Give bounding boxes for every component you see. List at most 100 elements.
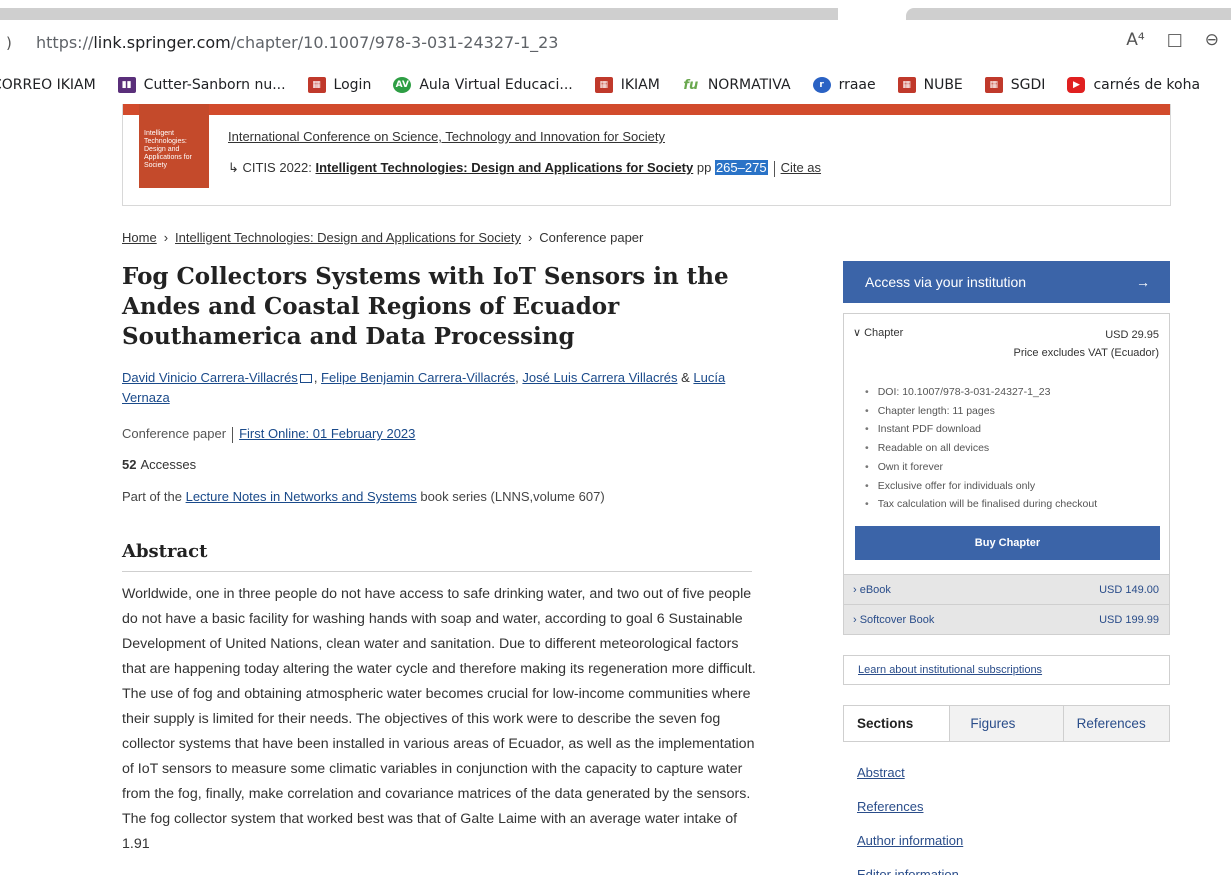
softcover-price: USD 199.99 bbox=[1099, 613, 1159, 626]
email-icon[interactable] bbox=[299, 374, 312, 384]
bookmark-label: Login bbox=[333, 77, 372, 93]
sidebar-tabs: Sections Figures References bbox=[843, 705, 1170, 742]
tab-figures[interactable]: Figures bbox=[950, 706, 1064, 741]
pp-label: pp bbox=[693, 160, 715, 175]
av-icon: AV bbox=[393, 77, 412, 93]
breadcrumb-book[interactable]: Intelligent Technologies: Design and App… bbox=[175, 230, 521, 245]
softcover-label: › Softcover Book bbox=[853, 613, 935, 626]
bookmark-ikiam[interactable]: ▦ IKIAM bbox=[594, 77, 660, 93]
back-icon[interactable]: ) bbox=[6, 34, 12, 52]
url-prefix: https:// bbox=[36, 33, 94, 52]
feature-item: Tax calculation will be finalised during… bbox=[865, 495, 1097, 514]
bookmark-login[interactable]: ▦ Login bbox=[307, 77, 372, 93]
ikiam-icon: ▦ bbox=[307, 77, 326, 93]
browser-tab-strip bbox=[0, 0, 1231, 20]
url-field[interactable]: https://link.springer.com/chapter/10.100… bbox=[36, 33, 558, 52]
bookmark-correo-ikiam[interactable]: CORREO IKIAM bbox=[0, 77, 96, 93]
abstract-text: Worldwide, one in three people do not ha… bbox=[122, 586, 756, 852]
feature-item: Chapter length: 11 pages bbox=[865, 402, 1097, 421]
ikiam-icon: ▦ bbox=[594, 77, 613, 93]
learn-subscriptions-link[interactable]: Learn about institutional subscriptions bbox=[858, 664, 1042, 676]
buy-chapter-button[interactable]: Buy Chapter bbox=[855, 526, 1160, 560]
section-link-references[interactable]: References bbox=[857, 790, 963, 824]
author-link[interactable]: David Vinicio Carrera-Villacrés bbox=[122, 370, 298, 385]
feature-item: Instant PDF download bbox=[865, 420, 1097, 439]
ebook-option[interactable]: › eBook USD 149.00 bbox=[844, 574, 1169, 604]
url-domain: link.springer.com bbox=[93, 33, 231, 52]
section-link-author-information[interactable]: Author information bbox=[857, 824, 963, 858]
tab-sections[interactable]: Sections bbox=[844, 706, 951, 741]
bookmark-normativa[interactable]: fu NORMATIVA bbox=[682, 77, 790, 93]
series-link[interactable]: Lecture Notes in Networks and Systems bbox=[186, 489, 417, 504]
bookmark-rraae[interactable]: r rraae bbox=[812, 77, 876, 93]
abstract-heading: Abstract bbox=[122, 541, 752, 572]
breadcrumb-home[interactable]: Home bbox=[122, 230, 157, 245]
bookmark-label: carnés de koha bbox=[1093, 77, 1201, 93]
feature-item: Readable on all devices bbox=[865, 439, 1097, 458]
series-suffix: book series (LNNS,volume 607) bbox=[416, 489, 605, 504]
zoom-out-icon[interactable]: ⊖ bbox=[1205, 30, 1219, 50]
series-prefix: Part of the bbox=[122, 489, 186, 504]
bookmark-carnes-de-koha[interactable]: ▶ carnés de koha bbox=[1067, 77, 1200, 93]
bookmark-sgdi[interactable]: ▦ SGDI bbox=[984, 77, 1046, 93]
article-type: Conference paper bbox=[122, 426, 227, 441]
browser-tab-active[interactable] bbox=[906, 8, 1231, 20]
address-bar: ) https://link.springer.com/chapter/10.1… bbox=[0, 20, 1231, 66]
purchase-box: ∨ Chapter USD 29.95 Price excludes VAT (… bbox=[843, 313, 1170, 635]
youtube-icon: ▶ bbox=[1067, 77, 1086, 93]
author-list: David Vinicio Carrera-Villacrés, Felipe … bbox=[122, 368, 742, 408]
book-cover-image[interactable]: Intelligent Technologies: Design and App… bbox=[139, 104, 209, 188]
softcover-option[interactable]: › Softcover Book USD 199.99 bbox=[844, 604, 1169, 634]
chevron-right-icon: › bbox=[527, 230, 533, 245]
bookmark-cutter-sanborn[interactable]: ▮▮ Cutter-Sanborn nu... bbox=[117, 77, 286, 93]
ebook-label: › eBook bbox=[853, 583, 891, 596]
section-links: Abstract References Author information E… bbox=[857, 756, 963, 875]
bookmark-label: Cutter-Sanborn nu... bbox=[143, 77, 286, 93]
series-info: Part of the Lecture Notes in Networks an… bbox=[122, 489, 605, 504]
feature-item: DOI: 10.1007/978-3-031-24327-1_23 bbox=[865, 383, 1097, 402]
springer-red-bar bbox=[123, 104, 1170, 115]
page-range: 265–275 bbox=[714, 160, 768, 175]
bookmarks-bar: CORREO IKIAM ▮▮ Cutter-Sanborn nu... ▦ L… bbox=[0, 66, 1231, 104]
tab-references[interactable]: References bbox=[1064, 706, 1169, 741]
accesses-metric: 52 Accesses bbox=[122, 457, 196, 472]
vat-note: Price excludes VAT (Ecuador) bbox=[1013, 347, 1159, 359]
author-link[interactable]: Felipe Benjamin Carrera-Villacrés bbox=[321, 370, 515, 385]
immersive-reader-icon[interactable]: □ bbox=[1167, 30, 1183, 50]
cite-as-link[interactable]: Cite as bbox=[781, 160, 821, 175]
section-link-editor-information[interactable]: Editor information bbox=[857, 858, 963, 875]
author-link[interactable]: José Luis Carrera Villacrés bbox=[522, 370, 677, 385]
section-link-abstract[interactable]: Abstract bbox=[857, 756, 963, 790]
bookmark-label: CORREO IKIAM bbox=[0, 77, 96, 93]
chapter-toggle[interactable]: ∨ Chapter bbox=[853, 326, 903, 339]
institutional-subscriptions-box: Learn about institutional subscriptions bbox=[843, 655, 1170, 685]
book-banner: Intelligent Technologies: Design and App… bbox=[122, 104, 1171, 206]
feature-item: Own it forever bbox=[865, 458, 1097, 477]
divider bbox=[232, 426, 234, 443]
rraae-icon: r bbox=[812, 77, 831, 93]
book-icon: ▮▮ bbox=[117, 77, 136, 93]
read-aloud-icon[interactable]: A⁴ bbox=[1126, 30, 1144, 50]
browser-tab[interactable] bbox=[0, 8, 838, 20]
book-series-line: ↳ CITIS 2022: Intelligent Technologies: … bbox=[228, 160, 821, 177]
accesses-label: Accesses bbox=[140, 457, 197, 472]
ikiam-icon: ▦ bbox=[984, 77, 1003, 93]
book-title-link[interactable]: Intelligent Technologies: Design and App… bbox=[315, 160, 693, 175]
conference-link[interactable]: International Conference on Science, Tec… bbox=[228, 129, 665, 144]
access-label: Access via your institution bbox=[865, 274, 1027, 290]
first-online-link[interactable]: First Online: 01 February 2023 bbox=[239, 426, 415, 441]
chapter-price-block: USD 29.95 Price excludes VAT (Ecuador) bbox=[1013, 326, 1159, 362]
separator: , bbox=[313, 370, 322, 385]
bookmark-label: IKIAM bbox=[620, 77, 660, 93]
bookmark-aula-virtual[interactable]: AV Aula Virtual Educaci... bbox=[393, 77, 573, 93]
bookmark-label: SGDI bbox=[1010, 77, 1046, 93]
feature-item: Exclusive offer for individuals only bbox=[865, 477, 1097, 496]
accesses-count: 52 bbox=[122, 457, 137, 472]
access-via-institution-button[interactable]: Access via your institution → bbox=[843, 261, 1170, 303]
citis-prefix: ↳ CITIS 2022: bbox=[228, 160, 316, 175]
ikiam-icon: ▦ bbox=[897, 77, 916, 93]
ebook-price: USD 149.00 bbox=[1099, 583, 1159, 596]
breadcrumb: Home › Intelligent Technologies: Design an… bbox=[122, 230, 643, 245]
bookmark-nube[interactable]: ▦ NUBE bbox=[897, 77, 963, 93]
page-title: Fog Collectors Systems with IoT Sensors … bbox=[122, 263, 729, 350]
